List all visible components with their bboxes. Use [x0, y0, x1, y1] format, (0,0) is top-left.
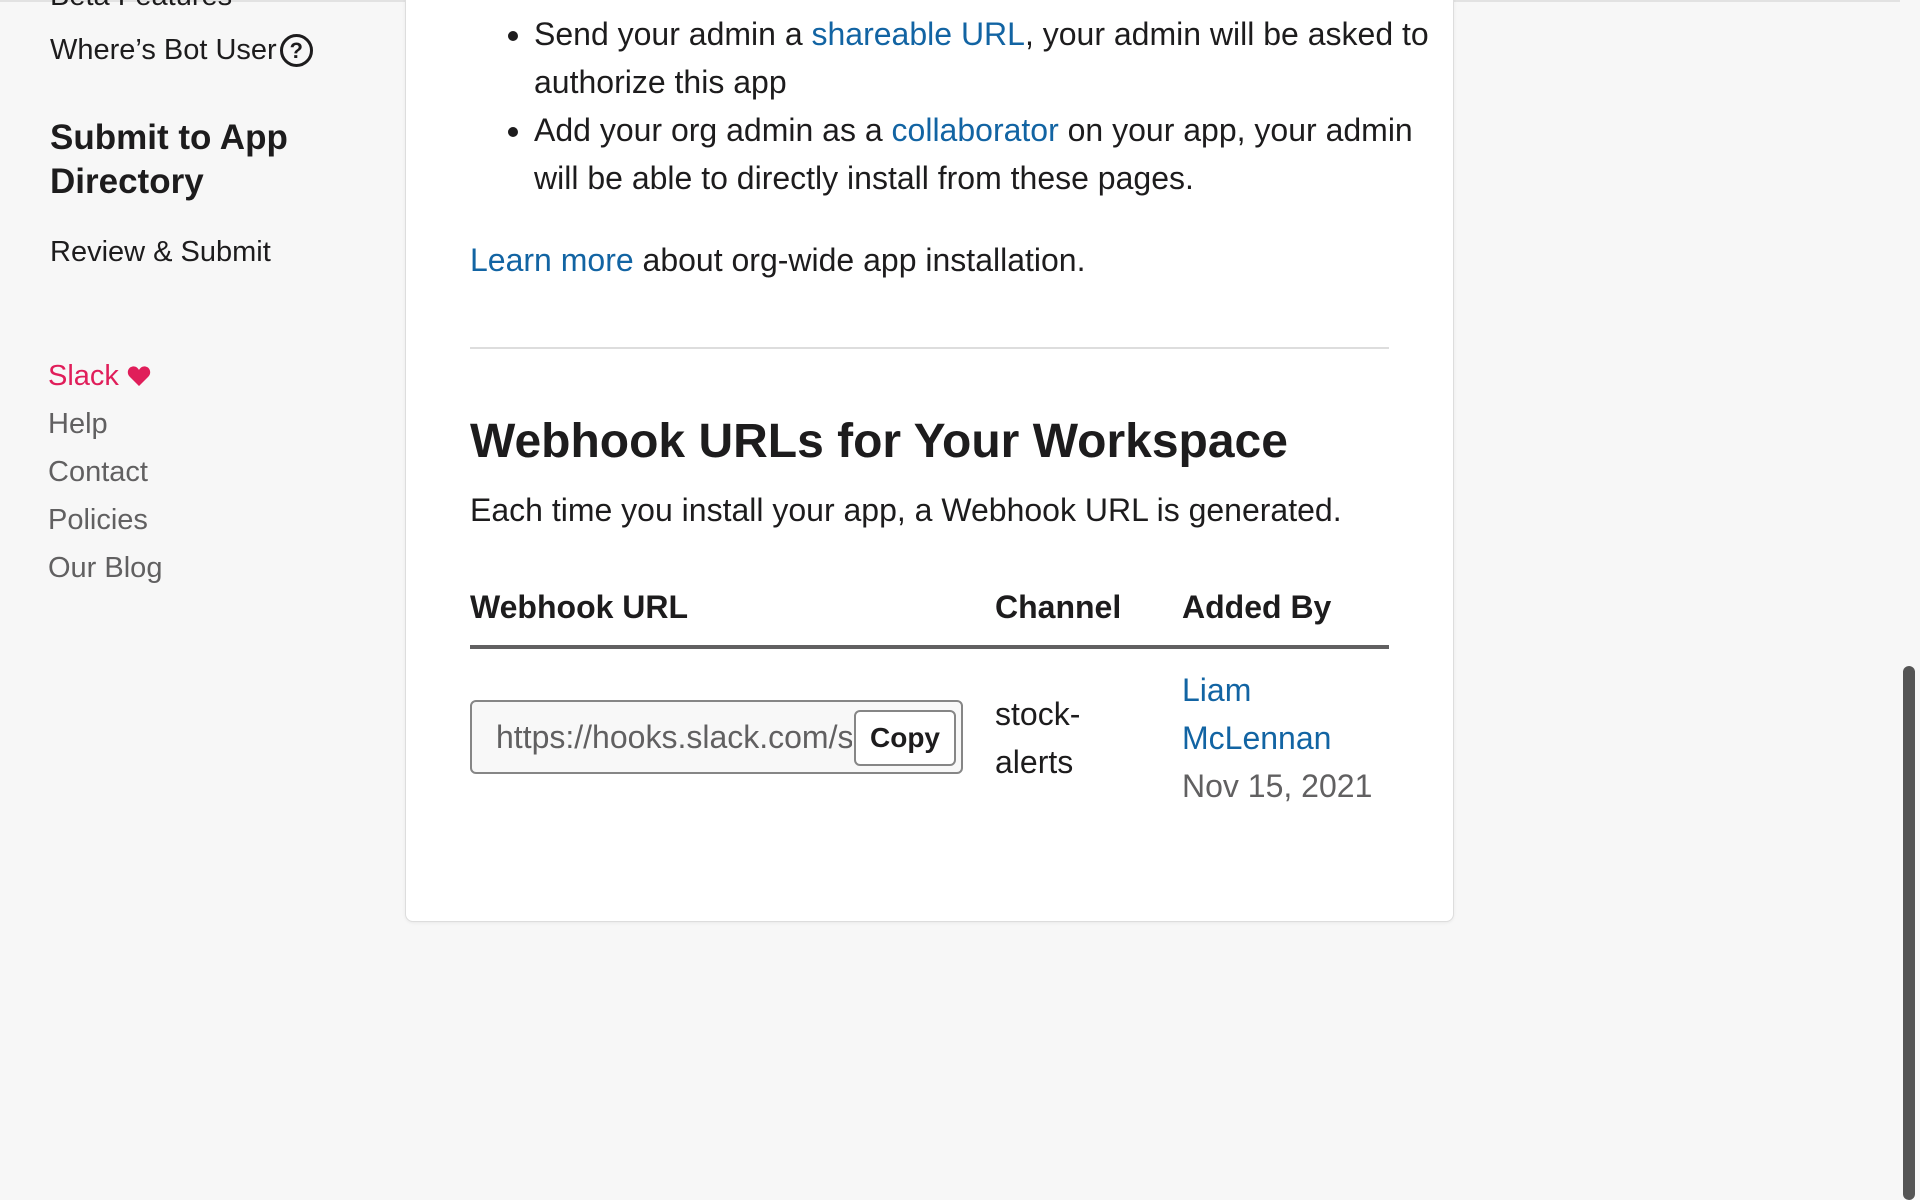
added-by-user-link[interactable]: Liam McLennan: [1182, 666, 1392, 762]
learn-more-link[interactable]: Learn more: [470, 242, 634, 278]
shareable-url-link[interactable]: shareable URL: [812, 16, 1025, 52]
install-options-list: Send your admin a shareable URL, your ad…: [470, 10, 1434, 202]
sidebar-item-bot-user[interactable]: Where’s Bot User ?: [50, 34, 313, 67]
list-item: Send your admin a shareable URL, your ad…: [534, 10, 1434, 106]
table-cell-added-by: Liam McLennan Nov 15, 2021: [1182, 666, 1392, 810]
footer-link-policies[interactable]: Policies: [48, 496, 162, 544]
webhook-section-heading: Webhook URLs for Your Workspace: [470, 415, 1288, 468]
sidebar-item-review-submit[interactable]: Review & Submit: [50, 236, 271, 269]
webhook-section-description: Each time you install your app, a Webhoo…: [470, 492, 1342, 528]
learn-more-paragraph: Learn more about org-wide app installati…: [470, 238, 1085, 282]
sidebar: Beta Features Where’s Bot User ? Submit …: [0, 0, 400, 1200]
list-item-text: Send your admin a: [534, 16, 812, 52]
heart-icon: [127, 366, 151, 386]
footer-link-label: Slack: [48, 360, 119, 392]
section-divider: [470, 347, 1389, 349]
sidebar-item-label: Where’s Bot User: [50, 34, 277, 66]
column-header-channel: Channel: [995, 589, 1122, 625]
column-header-webhook-url: Webhook URL: [470, 589, 689, 625]
table-header-rule: [470, 645, 1389, 649]
sidebar-item-beta-features[interactable]: Beta Features: [50, 0, 232, 13]
table-cell-channel: stock-alerts: [995, 696, 1081, 780]
webhook-url-input[interactable]: [472, 702, 852, 772]
footer-links: Slack Help Contact Policies Our Blog: [48, 352, 162, 592]
question-circle-icon[interactable]: ?: [279, 34, 313, 67]
learn-more-text: about org-wide app installation.: [633, 242, 1086, 278]
webhook-url-field: Copy: [470, 700, 963, 774]
copy-button[interactable]: Copy: [854, 710, 956, 766]
list-item-text: Add your org admin as a: [534, 112, 892, 148]
footer-link-help[interactable]: Help: [48, 400, 162, 448]
footer-link-contact[interactable]: Contact: [48, 448, 162, 496]
sidebar-section-title: Submit to App Directory: [50, 118, 288, 201]
footer-link-blog[interactable]: Our Blog: [48, 544, 162, 592]
column-header-added-by: Added By: [1182, 589, 1332, 625]
collaborator-link[interactable]: collaborator: [892, 112, 1059, 148]
scrollbar-thumb[interactable]: [1903, 666, 1915, 1200]
footer-link-slack[interactable]: Slack: [48, 352, 162, 400]
added-date: Nov 15, 2021: [1182, 768, 1373, 804]
list-item: Add your org admin as a collaborator on …: [534, 106, 1434, 202]
